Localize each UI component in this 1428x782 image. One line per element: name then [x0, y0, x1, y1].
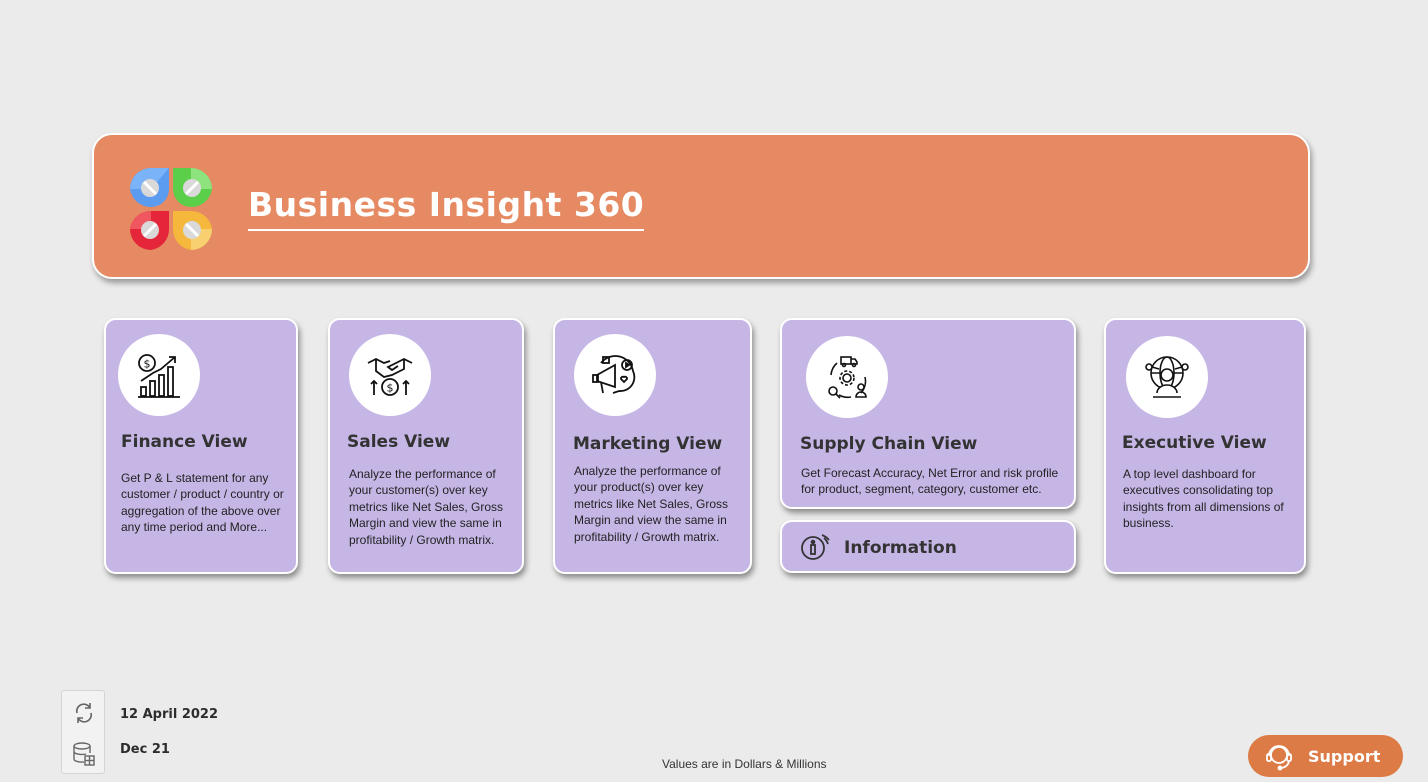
marketing-view-card[interactable]: Marketing View Analyze the performance o… [553, 318, 752, 574]
svg-text:$: $ [144, 358, 151, 371]
supply-chain-icon-circle [806, 336, 888, 418]
database-icon [73, 742, 95, 766]
handshake-dollar-icon: $ [367, 357, 413, 396]
finance-icon-circle: $ [118, 334, 200, 416]
information-button[interactable]: Information [780, 520, 1076, 573]
data-period: Dec 21 [120, 742, 170, 757]
status-panel [61, 690, 105, 774]
finance-growth-icon: $ [138, 354, 180, 398]
refresh-date: 12 April 2022 [120, 707, 219, 722]
finance-view-card[interactable]: $ Finance View Get P & L statement for a… [104, 318, 298, 574]
executive-globe-icon [1145, 356, 1189, 398]
sales-view-card[interactable]: $ Sales View Analyze the performance of … [328, 318, 524, 574]
values-note: Values are in Dollars & Millions [662, 757, 827, 771]
card-title: Sales View [347, 432, 451, 452]
executive-view-card[interactable]: Executive View A top level dashboard for… [1104, 318, 1306, 574]
refresh-icon [75, 703, 93, 723]
executive-icon-circle [1126, 336, 1208, 418]
support-label: Support [1308, 747, 1381, 766]
card-description: Get Forecast Accuracy, Net Error and ris… [801, 466, 1059, 497]
card-title: Marketing View [573, 434, 723, 454]
header-banner: Business Insight 360 [92, 133, 1310, 279]
information-label: Information [844, 538, 957, 558]
support-button[interactable]: Support [1248, 735, 1403, 777]
app-logo-icon [130, 168, 212, 250]
supply-chain-icon [828, 356, 867, 399]
supply-chain-view-card[interactable]: Supply Chain View Get Forecast Accuracy,… [780, 318, 1076, 509]
card-title: Finance View [121, 432, 248, 452]
card-title: Supply Chain View [800, 434, 978, 454]
marketing-megaphone-icon [592, 355, 636, 394]
marketing-icon-circle [574, 334, 656, 416]
card-description: Analyze the performance of your product(… [574, 464, 729, 544]
page-title: Business Insight 360 [248, 185, 645, 231]
sales-icon-circle: $ [349, 334, 431, 416]
card-description: Get P & L statement for any customer / p… [121, 471, 284, 535]
card-description: Analyze the performance of your customer… [349, 467, 504, 547]
info-icon [801, 534, 830, 560]
svg-text:$: $ [387, 382, 394, 395]
card-title: Executive View [1122, 433, 1267, 453]
support-headset-icon [1266, 745, 1292, 771]
card-description: A top level dashboard for executives con… [1123, 467, 1284, 531]
